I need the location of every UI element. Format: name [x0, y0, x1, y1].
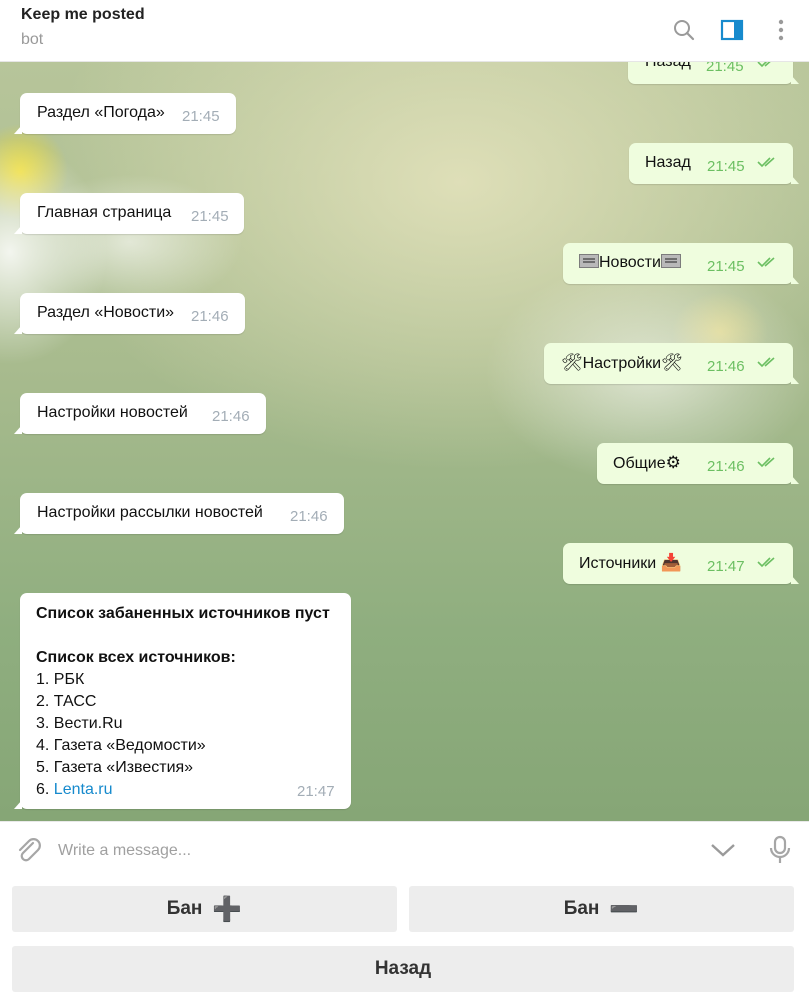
message-text-row: Новости	[579, 252, 681, 274]
message-text: Настройки новостей	[37, 404, 188, 421]
ban-remove-label: Бан	[563, 898, 600, 919]
list-item: 3. Вести.Ru	[36, 715, 123, 732]
message-time: 21:47	[707, 558, 745, 575]
message-time: 21:45	[707, 158, 745, 175]
message-time: 21:45	[706, 62, 744, 75]
list-item: 6. Lenta.ru	[36, 779, 330, 801]
message-text-row: Общие⚙	[613, 452, 681, 475]
message-text: Настройки	[582, 355, 662, 372]
message-outgoing: 🛠Настройки🛠 21:46	[544, 343, 799, 384]
back-button[interactable]: Назад	[12, 946, 794, 992]
message-input[interactable]	[56, 836, 680, 866]
newspaper-emoji-icon	[660, 254, 681, 268]
plus-icon: ➕	[212, 895, 243, 923]
message-time: 21:46	[191, 308, 229, 325]
message-text: Главная страница	[37, 204, 172, 221]
message-outgoing: Назад 21:45	[629, 143, 799, 184]
newspaper-emoji-icon	[579, 254, 599, 268]
all-sources-heading: Список всех источников:	[36, 649, 236, 666]
ban-remove-button[interactable]: Бан ➖	[409, 886, 794, 932]
banned-sources-line: Список забаненных источников пуст	[36, 605, 330, 622]
chevron-down-icon[interactable]	[710, 840, 736, 865]
read-checkmarks-icon	[757, 253, 779, 275]
message-time: 21:46	[212, 408, 250, 425]
message-incoming: Настройки новостей 21:46	[14, 393, 266, 434]
message-time: 21:45	[182, 108, 220, 125]
ban-add-label: Бан	[166, 898, 203, 919]
gear-emoji-icon: ⚙	[665, 453, 681, 473]
message-time: 21:46	[707, 458, 745, 475]
list-item: 5. Газета «Известия»	[36, 759, 194, 776]
bot-keyboard: Бан ➕ Бан ➖ Назад	[0, 879, 809, 994]
message-time: 21:46	[290, 508, 328, 525]
message-text: Новости	[599, 254, 661, 271]
lenta-link[interactable]: Lenta.ru	[54, 781, 113, 798]
list-item-number: 6.	[36, 781, 54, 798]
message-time: 21:45	[707, 258, 745, 275]
tools-emoji-icon: 🛠	[561, 353, 583, 373]
attach-icon[interactable]	[14, 836, 44, 871]
message-text: Назад	[645, 154, 691, 171]
message-incoming: Настройки рассылки новостей 21:46	[14, 493, 344, 534]
read-checkmarks-icon	[757, 62, 779, 75]
message-text: Раздел «Новости»	[37, 304, 175, 321]
message-incoming: Раздел «Погода» 21:45	[14, 93, 236, 134]
message-time: 21:45	[191, 208, 229, 225]
message-text: Общие	[613, 455, 666, 472]
chat-subtitle: bot	[21, 31, 44, 48]
sidebar-toggle-icon[interactable]	[716, 14, 748, 46]
message-incoming: Список забаненных источников пуст Список…	[14, 593, 351, 809]
minus-icon: ➖	[609, 895, 640, 923]
ban-add-button[interactable]: Бан ➕	[12, 886, 397, 932]
message-outgoing: Источники 📥 21:47	[563, 543, 799, 584]
list-item: 4. Газета «Ведомости»	[36, 737, 206, 754]
back-label: Назад	[374, 958, 432, 979]
list-item: 1. РБК	[36, 671, 85, 688]
message-text: Раздел «Погода»	[37, 104, 165, 121]
read-checkmarks-icon	[757, 153, 779, 175]
chat-title[interactable]: Keep me posted	[21, 6, 145, 24]
message-incoming: Главная страница 21:45	[14, 193, 244, 234]
more-menu-icon[interactable]	[765, 14, 797, 46]
message-outgoing: Назад 21:45	[628, 62, 799, 84]
chat-history[interactable]: Назад 21:45 Раздел «Погода» 21:45 Назад …	[0, 62, 809, 821]
message-text: Назад	[645, 62, 691, 73]
message-outgoing: Новости 21:45	[563, 243, 799, 284]
message-text-row: 🛠Настройки🛠	[561, 352, 683, 375]
read-checkmarks-icon	[757, 453, 779, 475]
microphone-icon[interactable]	[768, 835, 792, 870]
search-icon[interactable]	[668, 14, 700, 46]
list-item: 2. ТАСС	[36, 693, 97, 710]
tools-emoji-icon: 🛠	[661, 353, 683, 373]
source-list: Список забаненных источников пуст Список…	[36, 603, 330, 801]
inbox-emoji-icon: 📥	[660, 553, 682, 573]
message-composer	[0, 821, 809, 879]
message-outgoing: Общие⚙ 21:46	[597, 443, 799, 484]
message-text: Источники	[579, 555, 657, 572]
message-incoming: Раздел «Новости» 21:46	[14, 293, 245, 334]
message-text-row: Источники 📥	[579, 552, 682, 575]
chat-header: Keep me posted bot	[0, 0, 809, 62]
message-time: 21:47	[297, 783, 335, 800]
message-time: 21:46	[707, 358, 745, 375]
message-text: Настройки рассылки новостей	[37, 504, 263, 521]
read-checkmarks-icon	[757, 353, 779, 375]
read-checkmarks-icon	[757, 553, 779, 575]
